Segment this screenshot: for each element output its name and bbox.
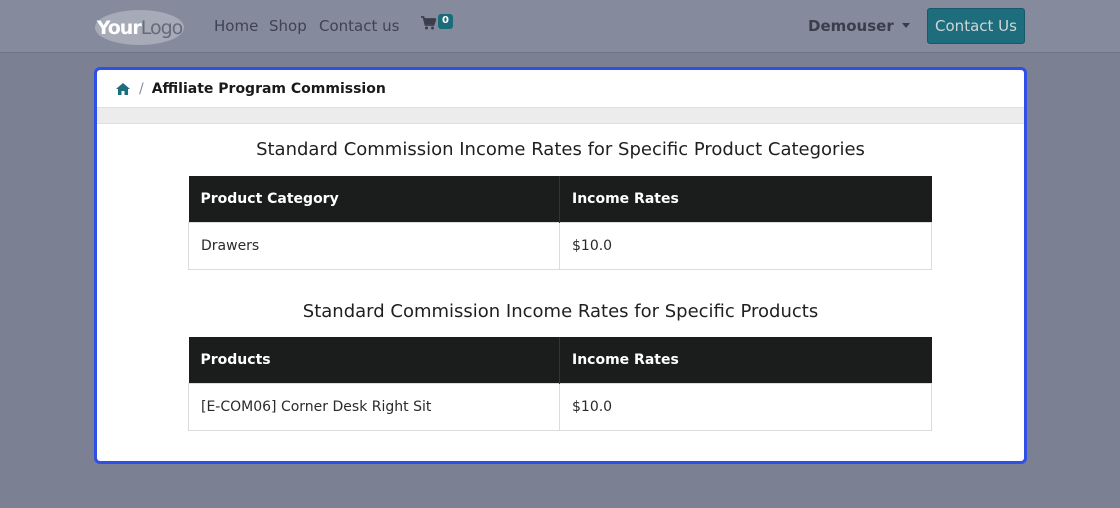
cart-count-badge: 0 bbox=[438, 14, 453, 29]
table-header-row: Product Category Income Rates bbox=[188, 176, 932, 222]
table-header-row: Products Income Rates bbox=[188, 337, 932, 383]
table-cell: $10.0 bbox=[559, 221, 932, 270]
table-cell: $10.0 bbox=[559, 382, 932, 431]
divider-strip bbox=[97, 107, 1024, 124]
table-cell: [E-COM06] Corner Desk Right Sit bbox=[188, 382, 560, 431]
commission-card: / Affiliate Program Commission Standard … bbox=[94, 67, 1027, 464]
nav-home-link[interactable]: Home bbox=[214, 17, 258, 35]
table-row: [E-COM06] Corner Desk Right Sit $10.0 bbox=[188, 382, 932, 431]
column-header: Product Category bbox=[188, 176, 560, 222]
column-header: Income Rates bbox=[559, 176, 932, 222]
table-row: Drawers $10.0 bbox=[188, 221, 932, 270]
home-icon[interactable] bbox=[116, 82, 130, 95]
user-name: Demouser bbox=[808, 17, 894, 35]
user-menu-dropdown[interactable]: Demouser bbox=[808, 17, 910, 35]
logo-bold-text: Your bbox=[96, 16, 142, 39]
breadcrumb: / Affiliate Program Commission bbox=[97, 70, 1024, 107]
caret-down-icon bbox=[901, 23, 910, 28]
nav-contact-link[interactable]: Contact us bbox=[319, 17, 399, 35]
table-cell: Drawers bbox=[188, 221, 560, 270]
contact-us-button[interactable]: Contact Us bbox=[927, 8, 1025, 44]
category-rates-table: Product Category Income Rates Drawers $1… bbox=[188, 176, 932, 270]
cart-icon[interactable] bbox=[421, 16, 436, 30]
logo[interactable]: Your Logo bbox=[95, 10, 184, 45]
breadcrumb-separator: / bbox=[139, 80, 144, 97]
column-header: Income Rates bbox=[559, 337, 932, 383]
category-rates-title: Standard Commission Income Rates for Spe… bbox=[256, 139, 865, 160]
nav-shop-link[interactable]: Shop bbox=[269, 17, 307, 35]
column-header: Products bbox=[188, 337, 560, 383]
navbar: Your Logo Home Shop Contact us 0 Demouser… bbox=[0, 0, 1120, 53]
product-rates-title: Standard Commission Income Rates for Spe… bbox=[302, 301, 819, 322]
breadcrumb-current: Affiliate Program Commission bbox=[151, 80, 386, 97]
logo-thin-text: Logo bbox=[140, 16, 184, 39]
product-rates-table: Products Income Rates [E-COM06] Corner D… bbox=[188, 337, 932, 431]
